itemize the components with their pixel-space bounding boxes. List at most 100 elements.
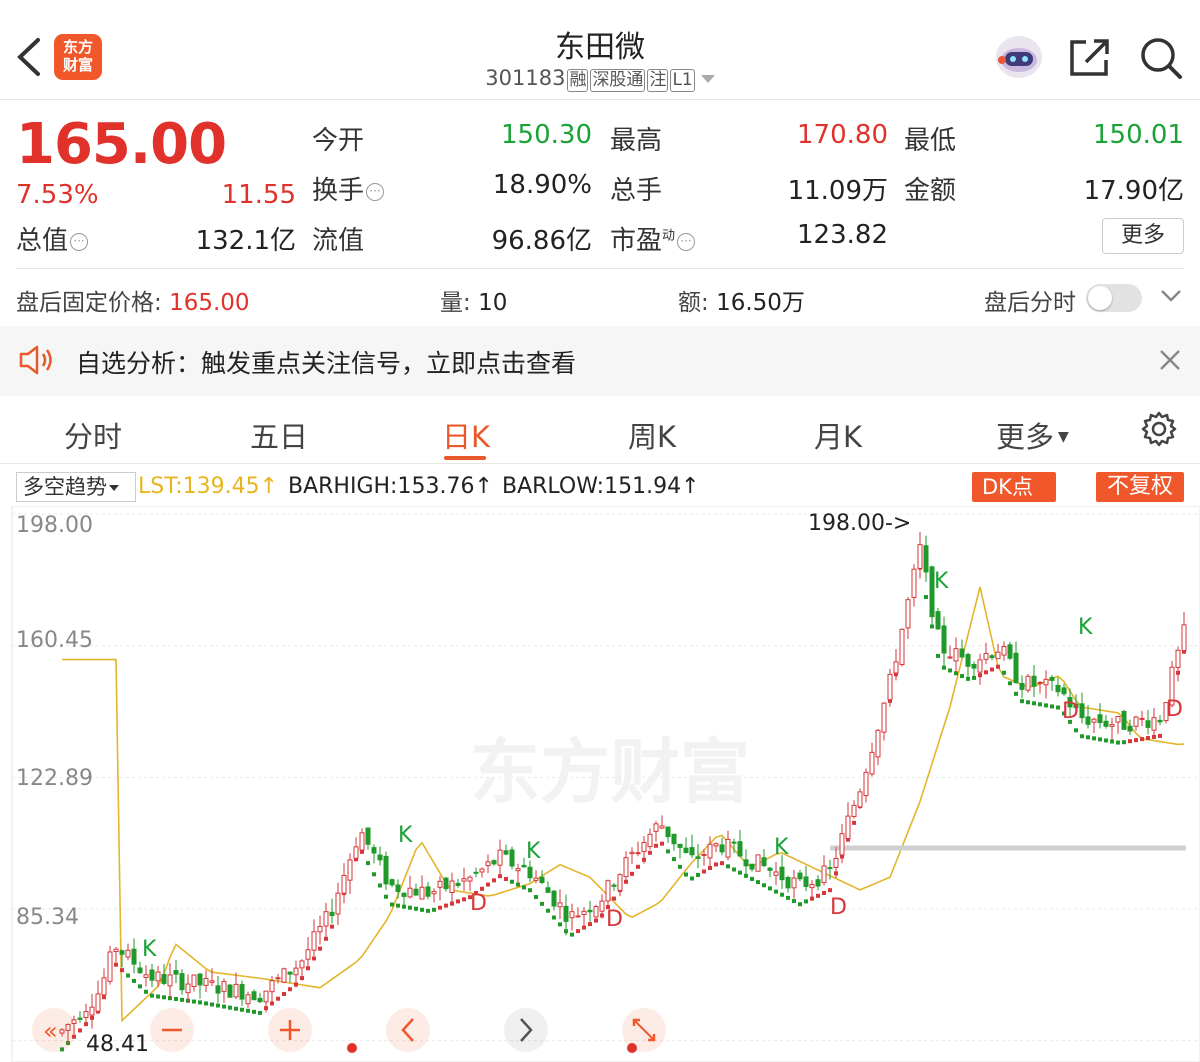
candle-up [773,871,779,876]
candle-up [875,729,881,758]
tab-monthly-k[interactable]: 月K [814,414,862,456]
signal-k: K [142,937,157,962]
dk-trail-dot [216,1003,220,1008]
dk-trail-dot [750,876,754,881]
dk-trail-dot [462,897,466,902]
candle-down [743,859,749,867]
min-price-label: 48.41 [86,1032,149,1057]
caret-down-icon [700,75,715,83]
candle-down [383,855,389,885]
pe-label[interactable]: 市盈动 ··· [610,220,696,257]
no-adjust-button[interactable]: 不复权 [1096,472,1184,502]
candle-down [737,841,743,857]
gear-icon[interactable] [1140,410,1178,448]
candle-up [233,983,239,998]
dk-trail-dot [408,905,412,910]
candle-down [173,969,179,975]
top-bar: 东方 财富 东田微 301183 融深股通注 L1 [0,0,1200,100]
notice-bar[interactable]: 自选分析：触发重点关注信号，立即点击查看 [0,326,1200,396]
candle-up [311,931,317,951]
candle-down [1145,720,1151,728]
candle-down [443,877,449,890]
after-hours-timeshare-label: 盘后分时 [984,290,1076,316]
candle-down [545,887,551,893]
share-icon[interactable] [1068,36,1112,78]
zoom-in-button[interactable] [268,1008,312,1052]
candle-down [935,611,941,630]
dk-trail-dot [804,899,808,904]
candle-down [1049,676,1055,681]
dk-trail-dot [396,903,400,908]
chevron-down-icon[interactable] [1160,288,1182,304]
dk-trail-dot [204,1001,208,1006]
kline-chart[interactable]: 东方财富 K K K K K K D D D D D 198.00 160.45 122.89 85… [0,506,1200,1062]
candle-up [581,910,587,916]
close-icon[interactable] [1158,348,1182,372]
info-icon: ··· [677,233,696,251]
candle-down [719,844,725,853]
dk-trail-dot [1092,736,1096,741]
candle-up [431,890,437,895]
barhigh-value: BARHIGH:153.76↑ [288,474,493,499]
tab-daily-k[interactable]: 日K [442,414,490,456]
watermark: 东方财富 [470,733,750,811]
dk-point-button[interactable]: DK点 [972,472,1056,502]
candle-up [269,980,275,993]
active-tab-indicator [444,456,486,460]
dk-trail-dot [690,876,694,881]
dk-trail-dot [192,999,196,1004]
tab-more[interactable]: 更多 ▼ [996,414,1069,456]
candle-down [491,860,497,865]
candle-down [215,985,221,994]
search-icon[interactable] [1138,36,1184,80]
tab-five-day[interactable]: 五日 [250,414,308,456]
scroll-left-button[interactable] [386,1008,430,1052]
candle-up [869,751,875,775]
candle-up [569,911,575,919]
dk-trail-dot [552,915,556,920]
dk-trail-dot [234,1006,238,1011]
market-cap-label[interactable]: 总值 ··· [16,220,89,257]
dk-trail-dot [546,908,550,913]
candle-up [833,857,839,868]
indicator-select[interactable]: 多空趋势 [16,472,136,502]
ai-assistant-icon[interactable] [994,34,1044,80]
after-hours-toggle[interactable] [1086,284,1142,312]
candle-down [971,664,977,669]
candle-down [131,948,137,965]
candle-up [203,977,209,986]
candle-up [143,974,149,978]
tag-connect: 深股通 [590,69,646,92]
dk-trail-dot [144,989,148,994]
tab-weekly-k[interactable]: 周K [628,414,676,456]
dk-trail-dot [222,1004,226,1009]
dk-trail-dot [1032,701,1036,706]
candle-up [419,886,425,900]
dk-trail-dot [1146,736,1150,740]
candle-up [713,843,719,847]
candle-up [857,791,863,808]
dk-trail-dot [936,653,940,658]
candle-down [695,856,701,859]
dk-trail-dot [174,997,178,1002]
tag-level: L1 [670,69,695,92]
turnover-label[interactable]: 换手 ··· [312,170,385,207]
signal-k: K [774,835,789,860]
dk-trail-dot [942,665,946,670]
candle-up [341,874,347,894]
dk-trail-dot [372,872,376,877]
dk-trail-dot [330,924,334,929]
candle-up [449,880,455,893]
dk-trail-dot [1026,700,1030,705]
tab-intraday[interactable]: 分时 [64,414,122,456]
signal-d: D [606,907,623,932]
scroll-left-end-button[interactable]: « [32,1008,76,1052]
dk-trail-dot [948,668,952,673]
dk-trail-dot [990,667,994,672]
more-fields-button[interactable]: 更多 [1102,218,1184,254]
zoom-out-button[interactable] [150,1008,194,1052]
candle-down [959,648,965,658]
scroll-right-button[interactable] [504,1008,548,1052]
low-label: 最低 [904,126,957,156]
candle-down [1103,720,1109,727]
